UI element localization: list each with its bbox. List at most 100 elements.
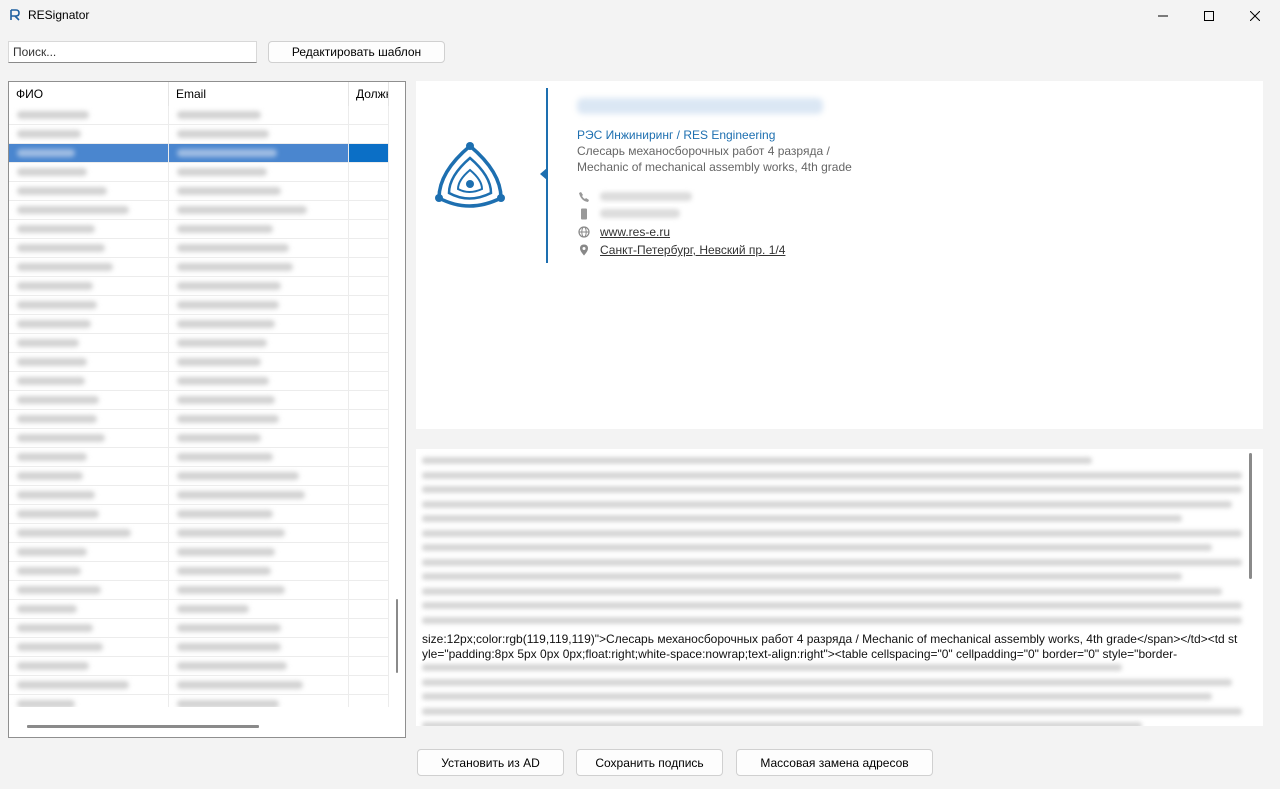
- cell-position: [349, 695, 389, 707]
- table-row[interactable]: [9, 505, 389, 524]
- address-link[interactable]: Санкт-Петербург, Невский пр. 1/4: [600, 243, 785, 257]
- cell-fio: [9, 144, 169, 162]
- table-row[interactable]: [9, 467, 389, 486]
- table-row[interactable]: [9, 163, 389, 182]
- cell-email: [169, 619, 349, 637]
- cell-position: [349, 391, 389, 409]
- minimize-button[interactable]: [1140, 0, 1186, 31]
- redacted-name: [17, 510, 99, 518]
- redacted-email: [177, 225, 273, 233]
- save-signature-button[interactable]: Сохранить подпись: [576, 749, 723, 776]
- edit-template-button[interactable]: Редактировать шаблон: [268, 41, 445, 63]
- table-row[interactable]: [9, 543, 389, 562]
- column-header-position[interactable]: Должн: [349, 82, 389, 106]
- redacted-name: [17, 586, 101, 594]
- install-from-ad-button[interactable]: Установить из AD: [417, 749, 564, 776]
- table-row[interactable]: [9, 429, 389, 448]
- cell-position: [349, 182, 389, 200]
- redacted-name: [17, 168, 87, 176]
- table-row[interactable]: [9, 334, 389, 353]
- window-title: RESignator: [28, 8, 90, 22]
- employee-grid[interactable]: ФИО Email Должн: [8, 81, 406, 738]
- cell-fio: [9, 353, 169, 371]
- cell-fio: [9, 296, 169, 314]
- table-row[interactable]: [9, 315, 389, 334]
- redacted-name: [17, 700, 75, 707]
- maximize-button[interactable]: [1186, 0, 1232, 31]
- table-row[interactable]: [9, 410, 389, 429]
- redacted-source-line: [422, 544, 1212, 551]
- cell-position: [349, 296, 389, 314]
- table-row[interactable]: [9, 581, 389, 600]
- table-row[interactable]: [9, 277, 389, 296]
- cell-email: [169, 220, 349, 238]
- cell-fio: [9, 429, 169, 447]
- redacted-name: [17, 472, 83, 480]
- table-row[interactable]: [9, 182, 389, 201]
- mobile-number-redacted: [600, 209, 680, 218]
- redacted-source-line: [422, 664, 1122, 671]
- cell-fio: [9, 220, 169, 238]
- table-row[interactable]: [9, 106, 389, 125]
- table-row[interactable]: [9, 486, 389, 505]
- table-row[interactable]: [9, 353, 389, 372]
- cell-fio: [9, 657, 169, 675]
- cell-email: [169, 486, 349, 504]
- position-en: Mechanic of mechanical assembly works, 4…: [577, 160, 852, 174]
- cell-position: [349, 353, 389, 371]
- table-row[interactable]: [9, 125, 389, 144]
- cell-position: [349, 429, 389, 447]
- column-header-email[interactable]: Email: [169, 82, 349, 106]
- cell-fio: [9, 163, 169, 181]
- location-pin-icon: [580, 244, 588, 256]
- cell-fio: [9, 638, 169, 656]
- divider-arrow: [540, 168, 547, 180]
- table-row[interactable]: [9, 201, 389, 220]
- column-header-fio[interactable]: ФИО: [9, 82, 169, 106]
- table-row[interactable]: [9, 638, 389, 657]
- vertical-scrollbar[interactable]: [396, 599, 398, 673]
- table-row[interactable]: [9, 372, 389, 391]
- redacted-source-line: [422, 587, 1222, 595]
- search-input[interactable]: [8, 41, 257, 63]
- table-row[interactable]: [9, 619, 389, 638]
- company-logo: [435, 142, 505, 208]
- close-button[interactable]: [1232, 0, 1278, 31]
- cell-position: [349, 372, 389, 390]
- table-row[interactable]: [9, 562, 389, 581]
- redacted-name: [17, 206, 129, 214]
- table-row[interactable]: [9, 600, 389, 619]
- cell-fio: [9, 277, 169, 295]
- redacted-name: [17, 111, 89, 119]
- redacted-email: [177, 491, 305, 499]
- table-row[interactable]: [9, 239, 389, 258]
- html-source-editor[interactable]: size:12px;color:rgb(119,119,119)">Слесар…: [416, 449, 1263, 726]
- table-row[interactable]: [9, 144, 389, 163]
- cell-position: [349, 524, 389, 542]
- table-row[interactable]: [9, 391, 389, 410]
- table-row[interactable]: [9, 448, 389, 467]
- mass-replace-button[interactable]: Массовая замена адресов: [736, 749, 933, 776]
- redacted-name: [17, 339, 79, 347]
- redacted-email: [177, 586, 285, 594]
- table-row[interactable]: [9, 220, 389, 239]
- table-row[interactable]: [9, 258, 389, 277]
- cell-email: [169, 695, 349, 707]
- website-link[interactable]: www.res-e.ru: [600, 225, 670, 239]
- phone-number-redacted: [600, 192, 692, 201]
- horizontal-scrollbar[interactable]: [27, 725, 259, 728]
- table-row[interactable]: [9, 695, 389, 707]
- cell-fio: [9, 315, 169, 333]
- redacted-email: [177, 643, 281, 651]
- table-row[interactable]: [9, 296, 389, 315]
- table-row[interactable]: [9, 676, 389, 695]
- cell-fio: [9, 695, 169, 707]
- table-row[interactable]: [9, 524, 389, 543]
- cell-email: [169, 657, 349, 675]
- redacted-source-line: [422, 573, 1182, 580]
- source-scrollbar[interactable]: [1249, 453, 1252, 579]
- table-row[interactable]: [9, 657, 389, 676]
- redacted-name: [17, 605, 77, 613]
- source-visible-text: size:12px;color:rgb(119,119,119)">Слесар…: [422, 632, 1238, 661]
- redacted-name: [17, 567, 81, 575]
